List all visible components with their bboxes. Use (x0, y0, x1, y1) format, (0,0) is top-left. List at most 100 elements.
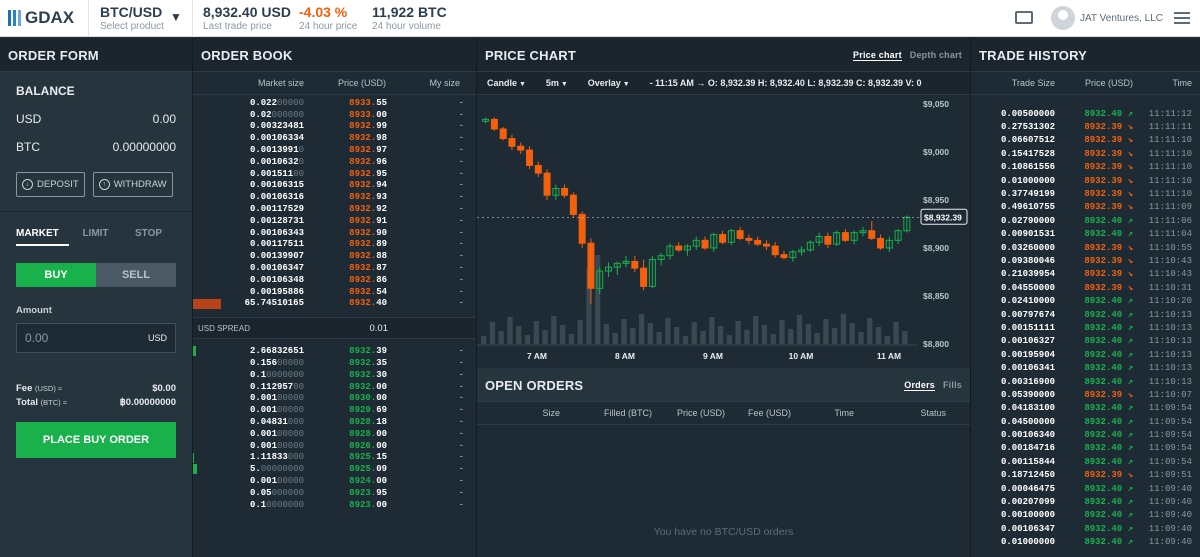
tab-limit[interactable]: LIMIT (69, 228, 122, 246)
price-dec: 00 (376, 440, 387, 451)
bid-row[interactable]: 0.04831000 8928.18- (193, 416, 476, 428)
sell-button[interactable]: SELL (96, 263, 176, 287)
volume-bar (796, 315, 803, 344)
bid-row[interactable]: 0.00100000 8929.69- (193, 404, 476, 416)
buy-button[interactable]: BUY (16, 263, 96, 287)
candle-body (719, 234, 727, 243)
interval-select[interactable]: 5m (546, 78, 568, 88)
menu-icon[interactable] (1174, 12, 1190, 27)
overlay-select[interactable]: Overlay (588, 78, 630, 88)
ask-row[interactable]: 0.00106348 8932.86- (193, 274, 476, 286)
ask-row[interactable]: 0.00323481 8932.99- (193, 121, 476, 133)
col-my-size: My size (429, 78, 460, 88)
product-selector[interactable]: BTC/USD Select product (100, 4, 164, 32)
ask-row[interactable]: 0.00106334 8932.98- (193, 132, 476, 144)
x-tick-label: 7 AM (527, 351, 547, 361)
withdraw-button[interactable]: ↑ WITHDRAW (92, 172, 173, 197)
my-size: - (458, 393, 464, 404)
place-order-button[interactable]: PLACE BUY ORDER (16, 422, 176, 458)
price-int: 8933. (349, 109, 377, 120)
volume-bar (656, 332, 662, 344)
bid-row[interactable]: 0.00100000 8926.00- (193, 440, 476, 452)
trade-row: 0.49610755 8932.39 ↘ 11:11:09 (971, 201, 1200, 214)
trade-row: 0.00115844 8932.40 ↗ 11:09:54 (971, 455, 1200, 468)
trade-time: 11:09:54 (1148, 430, 1192, 441)
trade-price: 8932.40 ↗ (1084, 108, 1133, 119)
volume-bar (674, 327, 680, 344)
candlestick-chart[interactable]: $9,050 $9,000 $8,950 $8,900 $8,850 $8,800 7 AM… (477, 96, 970, 368)
volume-bar (559, 325, 566, 344)
divider (0, 211, 192, 212)
deposit-button[interactable]: ↓ DEPOSIT (16, 172, 85, 197)
volume: 11,922 BTC (372, 4, 447, 20)
spread-row: USD SPREAD 0.01 (193, 317, 476, 340)
chat-icon[interactable] (1015, 11, 1033, 24)
trade-row: 0.04183100 8932.40 ↗ 11:09:54 (971, 402, 1200, 415)
amount-input[interactable]: 0.00 USD (16, 323, 176, 353)
price-dec: 00 (376, 109, 387, 120)
trade-time: 11:09:40 (1148, 497, 1192, 508)
bid-row[interactable]: 0.10000000 8923.00- (193, 499, 476, 511)
ask-row[interactable]: 0.00117511 8932.89- (193, 239, 476, 251)
product-sub: Select product (100, 21, 164, 32)
ask-row[interactable]: 0.02000000 8933.00- (193, 109, 476, 121)
candle-body (534, 164, 542, 174)
price-dec: 39 (376, 346, 387, 357)
tab-stop[interactable]: STOP (122, 228, 175, 246)
tab-orders[interactable]: Orders (904, 380, 935, 391)
ask-row[interactable]: 0.00195886 8932.54- (193, 286, 476, 298)
candle-body (561, 187, 569, 196)
bid-row[interactable]: 2.66832651 8932.39- (193, 345, 476, 357)
ask-row[interactable]: 0.00128731 8932.91- (193, 215, 476, 227)
ask-row[interactable]: 0.02200000 8933.55- (193, 97, 476, 109)
ask-row[interactable]: 0.00106347 8932.87- (193, 262, 476, 274)
my-size: - (458, 133, 464, 144)
volume-bar (691, 322, 697, 344)
logo-icon (8, 10, 21, 26)
bid-row[interactable]: 0.00100000 8928.00- (193, 428, 476, 440)
bid-row[interactable]: 0.05000000 8923.95- (193, 487, 476, 499)
gdax-logo[interactable]: GDAX (8, 8, 74, 28)
candle-body (587, 242, 595, 289)
size-digits: 0.022 (249, 97, 277, 108)
bid-row[interactable]: 0.15600000 8932.35- (193, 357, 476, 369)
bid-row[interactable]: 0.00100000 8930.00- (193, 393, 476, 405)
size-digits: 0.156 (249, 358, 277, 369)
col-trade-price: Price (USD) (1084, 78, 1133, 88)
ask-row[interactable]: 0.00106343 8932.90- (193, 227, 476, 239)
ask-row[interactable]: 0.00139907 8932.88- (193, 250, 476, 262)
trade-price: 8932.40 ↗ (1084, 376, 1133, 387)
avatar[interactable] (1051, 6, 1075, 30)
tab-fills[interactable]: Fills (943, 380, 962, 391)
user-name[interactable]: JAT Ventures, LLC (1080, 13, 1163, 24)
order-size: 0.00195886 (193, 287, 304, 297)
total-label: Total (16, 397, 38, 408)
ask-row[interactable]: 0.00117529 8932.92- (193, 203, 476, 215)
trade-price: 8932.40 ↗ (1084, 296, 1133, 307)
ask-row[interactable]: 0.00106315 8932.94- (193, 180, 476, 192)
size-digits: 0.00106348 (249, 274, 304, 285)
order-size: 0.00151100 (193, 169, 304, 179)
candle-body (578, 213, 586, 244)
ask-row[interactable]: 0.00106320 8932.96- (193, 156, 476, 168)
trade-price: 8932.40 ↗ (1084, 349, 1133, 360)
chart-type-select[interactable]: Candle (487, 78, 526, 88)
trade-price: 8932.39 ↘ (1084, 162, 1133, 173)
tab-depth-chart[interactable]: Depth chart (910, 50, 962, 61)
bid-row[interactable]: 0.11295700 8932.00- (193, 381, 476, 393)
ask-row[interactable]: 0.00151100 8932.95- (193, 168, 476, 180)
chevron-down-icon[interactable]: ▼ (170, 10, 182, 24)
bid-row[interactable]: 5.00000000 8925.09- (193, 463, 476, 475)
trade-size: 0.00184716 (1000, 443, 1055, 454)
ask-row[interactable]: 65.74510165 8932.40- (193, 298, 476, 310)
tab-price-chart[interactable]: Price chart (853, 50, 902, 61)
tab-market[interactable]: MARKET (16, 228, 69, 246)
ask-row[interactable]: 0.00106316 8932.93- (193, 191, 476, 203)
trade-time: 11:11:10 (1148, 162, 1192, 173)
bid-row[interactable]: 0.10000000 8932.30- (193, 369, 476, 381)
order-type-tabs: MARKET LIMIT STOP (16, 228, 176, 246)
my-size: - (458, 180, 464, 191)
bid-row[interactable]: 1.11833000 8925.15- (193, 452, 476, 464)
ask-row[interactable]: 0.00139910 8932.97- (193, 144, 476, 156)
bid-row[interactable]: 0.00100000 8924.00- (193, 475, 476, 487)
